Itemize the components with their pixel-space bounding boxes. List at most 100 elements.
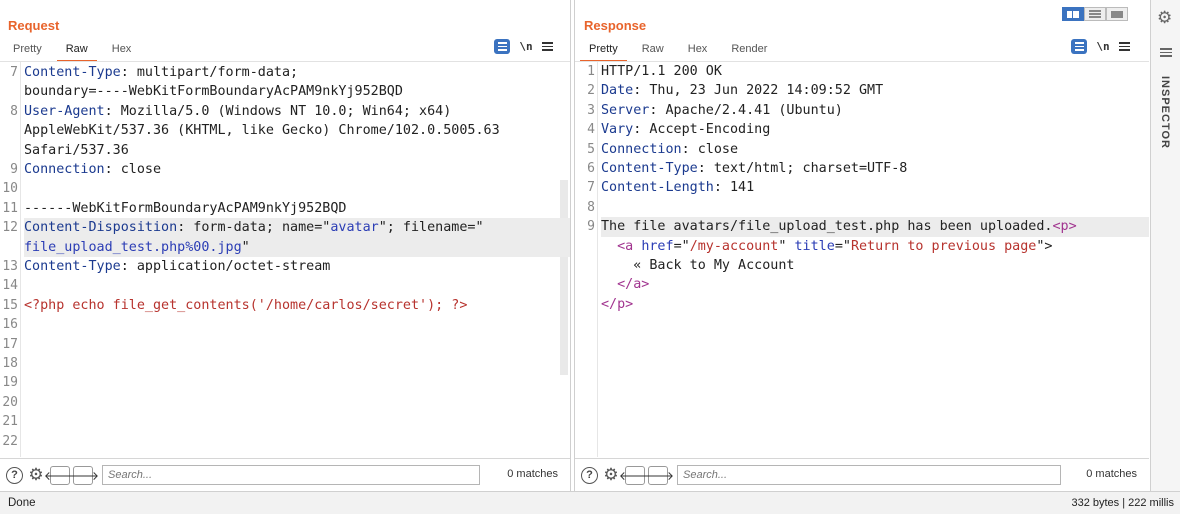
code-token: : 141 [713, 180, 755, 196]
response-toolbar: \n [1071, 39, 1130, 54]
menu-icon[interactable] [542, 42, 553, 51]
line-number: 16 [2, 317, 18, 333]
code-token: ------WebKitFormBoundaryAcPAM9nkYj952BQD [24, 200, 347, 216]
inspector-tab[interactable]: INSPECTOR [1159, 76, 1171, 149]
code-line: </p> [601, 295, 1149, 314]
code-token: : form-data; name=" [177, 220, 331, 236]
response-editor[interactable]: 1 2 3 4 5 6 7 8 9 HTTP/1.1 200 OK Date: Thu, 23 J… [575, 61, 1149, 457]
tab-raw[interactable]: Raw [56, 42, 97, 62]
request-toolbar: \n [494, 39, 553, 54]
gear-icon[interactable]: ⚙ [27, 466, 45, 484]
code-line: Content-Type: text/html; charset=UTF-8 [601, 159, 1149, 178]
code-token: Connection [601, 141, 682, 157]
request-editor[interactable]: 7 8 9 10 11 12 13 14 15 16 17 18 19 20 21 22 Content-Ty… [0, 61, 570, 457]
code-token: Content-Disposition [24, 220, 178, 236]
tab-pretty[interactable]: Pretty [4, 42, 51, 62]
code-token: : close [681, 141, 739, 157]
code-token: « Back to My Account [601, 257, 795, 273]
menu-icon[interactable] [1119, 42, 1130, 51]
code-token: " [778, 238, 795, 254]
code-line: boundary=----WebKitFormBoundaryAcPAM9nkY… [24, 82, 570, 101]
line-number: 15 [2, 297, 18, 313]
request-search-input[interactable] [102, 465, 480, 485]
tab-hex[interactable]: Hex [679, 42, 717, 62]
code-token: : close [104, 161, 162, 177]
code-token: : Mozilla/5.0 (Windows NT 10.0; Win64; x… [104, 103, 452, 119]
response-stats: 332 bytes | 222 millis [1071, 497, 1174, 509]
newline-icon[interactable]: \n [519, 40, 533, 53]
tab-hex[interactable]: Hex [103, 42, 141, 62]
inspector-sidebar: ⚙ INSPECTOR [1150, 0, 1180, 491]
tab-raw[interactable]: Raw [633, 42, 673, 62]
code-token: : Thu, 23 Jun 2022 14:09:52 GMT [633, 83, 884, 99]
layout-side-by-side-button[interactable] [1062, 7, 1084, 21]
code-token: Content-Type [601, 160, 698, 176]
code-token: : multipart/form-data; [120, 65, 299, 80]
message-format-icon[interactable] [1071, 39, 1087, 54]
code-line: Content-Length: 141 [601, 178, 1149, 197]
newline-icon[interactable]: \n [1096, 40, 1110, 53]
code-token: "; filename=" [378, 220, 484, 236]
code-line: Content-Disposition: form-data; name="av… [24, 218, 570, 238]
request-pane: Request Pretty Raw Hex \n 7 8 9 10 11 12 13 14 15 1… [0, 0, 571, 491]
tab-pretty[interactable]: Pretty [580, 42, 627, 62]
status-text: Done [8, 497, 36, 509]
gear-icon[interactable]: ⚙ [602, 466, 620, 484]
line-number: 22 [2, 433, 18, 449]
code-token: : application/octet-stream [120, 258, 331, 274]
code-line: ------WebKitFormBoundaryAcPAM9nkYj952BQD [24, 199, 570, 218]
status-bar: Done 332 bytes | 222 millis [0, 491, 1180, 514]
code-token: Date [601, 83, 634, 99]
next-match-button[interactable]: 🡒 [642, 465, 674, 485]
line-number: 21 [2, 414, 18, 430]
code-token: boundary=----WebKitFormBoundaryAcPAM9nkY… [24, 84, 403, 100]
help-icon[interactable]: ? [581, 466, 598, 484]
repeater-window: Request Pretty Raw Hex \n 7 8 9 10 11 12 13 14 15 1… [0, 0, 1180, 514]
line-number: 9 [587, 219, 595, 235]
code-token: User-Agent [24, 103, 105, 119]
code-token: Content-Length [601, 180, 714, 196]
code-token: The file avatars/file_upload_test.php ha… [601, 219, 1053, 235]
line-number: 10 [2, 181, 18, 197]
code-token: Server [601, 102, 650, 118]
line-number: 19 [2, 375, 18, 391]
line-number: 6 [587, 161, 595, 176]
line-gutter: 7 8 9 10 11 12 13 14 15 16 17 18 19 20 21 22 [0, 62, 21, 457]
help-icon[interactable]: ? [6, 466, 23, 484]
code-token: Return to previous page [850, 238, 1037, 254]
layout-tabs-button[interactable] [1106, 7, 1128, 21]
response-title: Response [584, 18, 647, 33]
code-line: Connection: close [24, 160, 570, 179]
layout-toggle [1062, 7, 1128, 21]
code-token: " [241, 239, 250, 255]
code-content[interactable]: HTTP/1.1 200 OK Date: Thu, 23 Jun 2022 14… [601, 62, 1149, 314]
message-format-icon[interactable] [494, 39, 510, 54]
code-token: href [641, 238, 674, 254]
code-line: Server: Apache/2.4.41 (Ubuntu) [601, 101, 1149, 120]
menu-icon[interactable] [1160, 48, 1172, 57]
tab-render[interactable]: Render [722, 42, 776, 62]
code-line: Content-Type: multipart/form-data; [24, 63, 570, 82]
line-number: 7 [587, 180, 595, 196]
gear-icon[interactable]: ⚙ [1157, 8, 1172, 28]
layout-stacked-button[interactable] [1084, 7, 1106, 21]
code-content[interactable]: Content-Type: multipart/form-data; bounda… [24, 63, 570, 451]
code-line: « Back to My Account [601, 256, 1149, 275]
code-token: =" [673, 238, 690, 254]
line-number: 2 [587, 83, 595, 99]
request-tabs: Pretty Raw Hex [4, 42, 146, 62]
request-match-count: 0 matches [507, 468, 558, 480]
line-number: 9 [10, 162, 18, 177]
response-search-input[interactable] [677, 465, 1061, 485]
line-number: 5 [587, 141, 595, 157]
code-token: Safari/537.36 [24, 142, 129, 158]
line-number: 11 [2, 200, 18, 216]
next-match-button[interactable]: 🡒 [67, 465, 99, 485]
line-gutter: 1 2 3 4 5 6 7 8 9 [575, 62, 598, 457]
